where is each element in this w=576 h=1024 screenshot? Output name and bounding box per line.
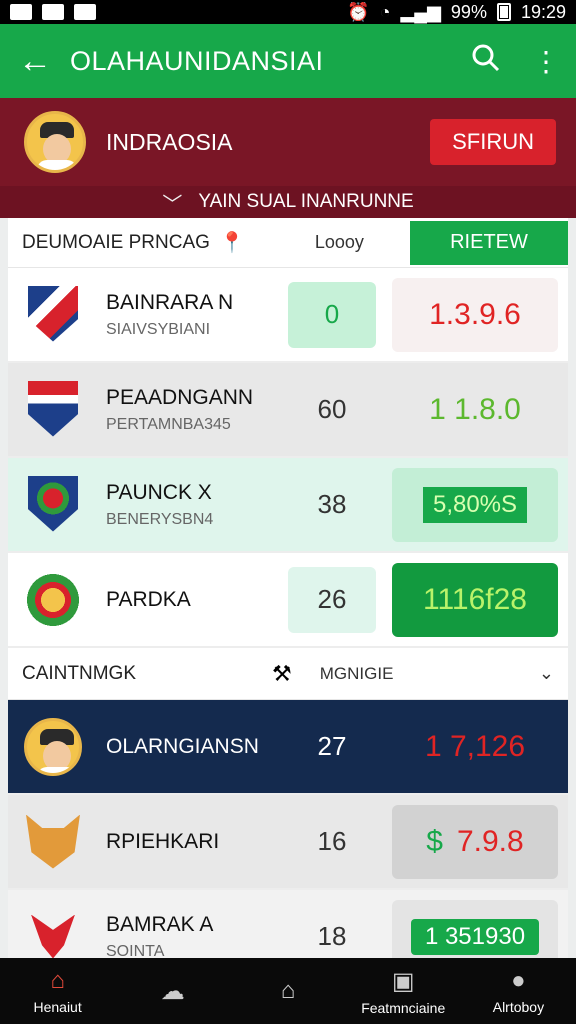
player-score: 16 — [317, 826, 347, 856]
battery-icon — [496, 3, 511, 21]
notification-icon — [10, 4, 32, 20]
profile-icon: ● — [511, 967, 526, 994]
nav-home[interactable]: ⌂ Henaiut — [0, 958, 115, 1024]
team-name: PARDKA — [106, 587, 191, 611]
app-title: OLAHAUNIDANSIAI — [70, 45, 324, 76]
player-value: 1 351930 — [392, 899, 558, 958]
card-header: DEUMOAIE PRNCAG 📍 Loooy RIETEW — [8, 218, 568, 268]
subbanner[interactable]: ﹀ YAIN SUAL INANRUNNE — [0, 186, 576, 218]
battery-percent: 99% — [450, 1, 487, 22]
bottom-navigation: ⌂ Henaiut ☁ ⌂ ▣ Featmnciaine ● Alrtoboy — [0, 958, 576, 1024]
player-row[interactable]: RPIEHKARI 16 $ 7.9.8 — [8, 795, 568, 890]
team-sub: BENERYSBN4 — [106, 510, 214, 528]
back-arrow-icon[interactable]: ← — [0, 42, 70, 81]
status-bar: ⏰ ◔ ▂▄▆ 99% 19:29 — [0, 0, 576, 24]
player-value-text: 7.9.8 — [456, 824, 524, 858]
card-icon: ▣ — [391, 967, 415, 995]
team-logo-icon — [24, 380, 82, 439]
chevron-down-icon[interactable]: ⌄ — [539, 663, 554, 684]
hammer-icon[interactable]: ⚒ — [272, 661, 292, 687]
player-value-text: 1 7,126 — [424, 729, 526, 763]
standings-card: DEUMOAIE PRNCAG 📍 Loooy RIETEW BAINRARA … — [8, 218, 568, 958]
player-name: BAMRAK A — [106, 912, 214, 936]
chevron-down-icon: ﹀ — [162, 193, 183, 216]
player-sub: SOINTA — [106, 942, 165, 959]
player-value: 1 7,126 — [392, 710, 558, 784]
team-name: PAUNCK X — [106, 480, 212, 504]
player-name: RPIEHKARI — [106, 829, 220, 853]
team-value-text: 1 1.8.0 — [429, 392, 521, 426]
subbanner-text: YAIN SUAL INANRUNNE — [198, 191, 414, 212]
team-value-text: 1116f28 — [423, 582, 527, 616]
card-title: DEUMOAIE PRNCAG — [22, 231, 210, 253]
player-value: $ 7.9.8 — [392, 804, 558, 879]
team-sub: PERTAMNBA345 — [106, 415, 231, 433]
alarm-icon: ⏰ — [347, 1, 370, 22]
clock: 19:29 — [520, 1, 566, 22]
player-score: 27 — [317, 731, 347, 761]
team-row[interactable]: PAUNCK X BENERYSBN4 38 5,80%S — [8, 458, 568, 553]
more-vert-icon[interactable]: ⋮ — [516, 45, 576, 78]
team-score: 60 — [317, 394, 347, 424]
section-header[interactable]: CAINTNMGK ⚒ MGNIGIE ⌄ — [8, 648, 568, 700]
team-logo-icon — [24, 570, 82, 629]
team-value-text: 5,80%S — [422, 486, 528, 523]
avatar[interactable] — [24, 111, 86, 173]
profile-banner: INDRAOSIA SFIRUN — [0, 98, 576, 186]
refresh-cloud-icon: ☁ — [160, 977, 185, 1005]
fox-logo-icon — [24, 813, 82, 871]
wifi-icon: ◔ — [379, 1, 391, 22]
message-icon — [74, 4, 96, 20]
team-value: 1.3.9.6 — [392, 277, 558, 352]
house-outline-icon: ⌂ — [280, 977, 296, 1004]
return-button[interactable]: SFIRUN — [430, 119, 556, 165]
nav-profile[interactable]: ● Alrtoboy — [461, 958, 576, 1024]
player-score: 18 — [317, 921, 347, 951]
team-row[interactable]: PARDKA 26 1116f28 — [8, 553, 568, 648]
team-score: 0 — [288, 281, 376, 348]
player-name: OLARNGIANSN — [106, 734, 259, 758]
team-value: 1116f28 — [392, 562, 558, 637]
team-sub: SIAIVSYBIANI — [106, 320, 211, 338]
nav-label: Alrtoboy — [492, 999, 545, 1015]
dollar-sign: $ — [426, 824, 443, 858]
player-row[interactable]: BAMRAK A SOINTA 18 1 351930 — [8, 890, 568, 958]
team-name: PEAADNGANN — [106, 385, 254, 409]
team-value-text: 1.3.9.6 — [429, 297, 521, 331]
player-row[interactable]: OLARNGIANSN 27 1 7,126 — [8, 700, 568, 795]
team-score: 26 — [288, 566, 376, 633]
image-icon — [42, 4, 64, 20]
nav-refresh[interactable]: ☁ — [115, 958, 230, 1024]
nav-label: Henaiut — [33, 999, 82, 1015]
team-logo-icon — [24, 285, 82, 344]
team-name: BAINRARA N — [106, 290, 234, 314]
review-button[interactable]: RIETEW — [410, 220, 568, 265]
team-score: 38 — [317, 489, 347, 519]
team-value: 5,80%S — [392, 467, 558, 542]
banner-name: INDRAOSIA — [106, 128, 233, 155]
nav-label: Featmnciaine — [361, 999, 446, 1016]
player-avatar — [24, 717, 82, 776]
pin-icon: 📍 — [219, 232, 245, 254]
nav-house[interactable]: ⌂ — [230, 958, 345, 1024]
loop-label[interactable]: Loooy — [315, 232, 364, 253]
app-bar: ← OLAHAUNIDANSIAI ⋮ — [0, 24, 576, 98]
team-row[interactable]: BAINRARA N SIAIVSYBIANI 0 1.3.9.6 — [8, 268, 568, 363]
nav-features[interactable]: ▣ Featmnciaine — [346, 958, 461, 1024]
section-title: CAINTNMGK — [22, 662, 136, 684]
team-row[interactable]: PEAADNGANN PERTAMNBA345 60 1 1.8.0 — [8, 363, 568, 458]
team-logo-icon — [24, 475, 82, 534]
badge-logo-icon — [24, 908, 82, 958]
sort-label[interactable]: MGNIGIE — [320, 664, 394, 684]
home-icon: ⌂ — [50, 967, 65, 994]
team-value: 1 1.8.0 — [392, 373, 558, 447]
player-value-text: 1 351930 — [410, 918, 540, 955]
signal-icon: ▂▄▆ — [400, 1, 441, 22]
search-icon[interactable] — [456, 43, 516, 80]
